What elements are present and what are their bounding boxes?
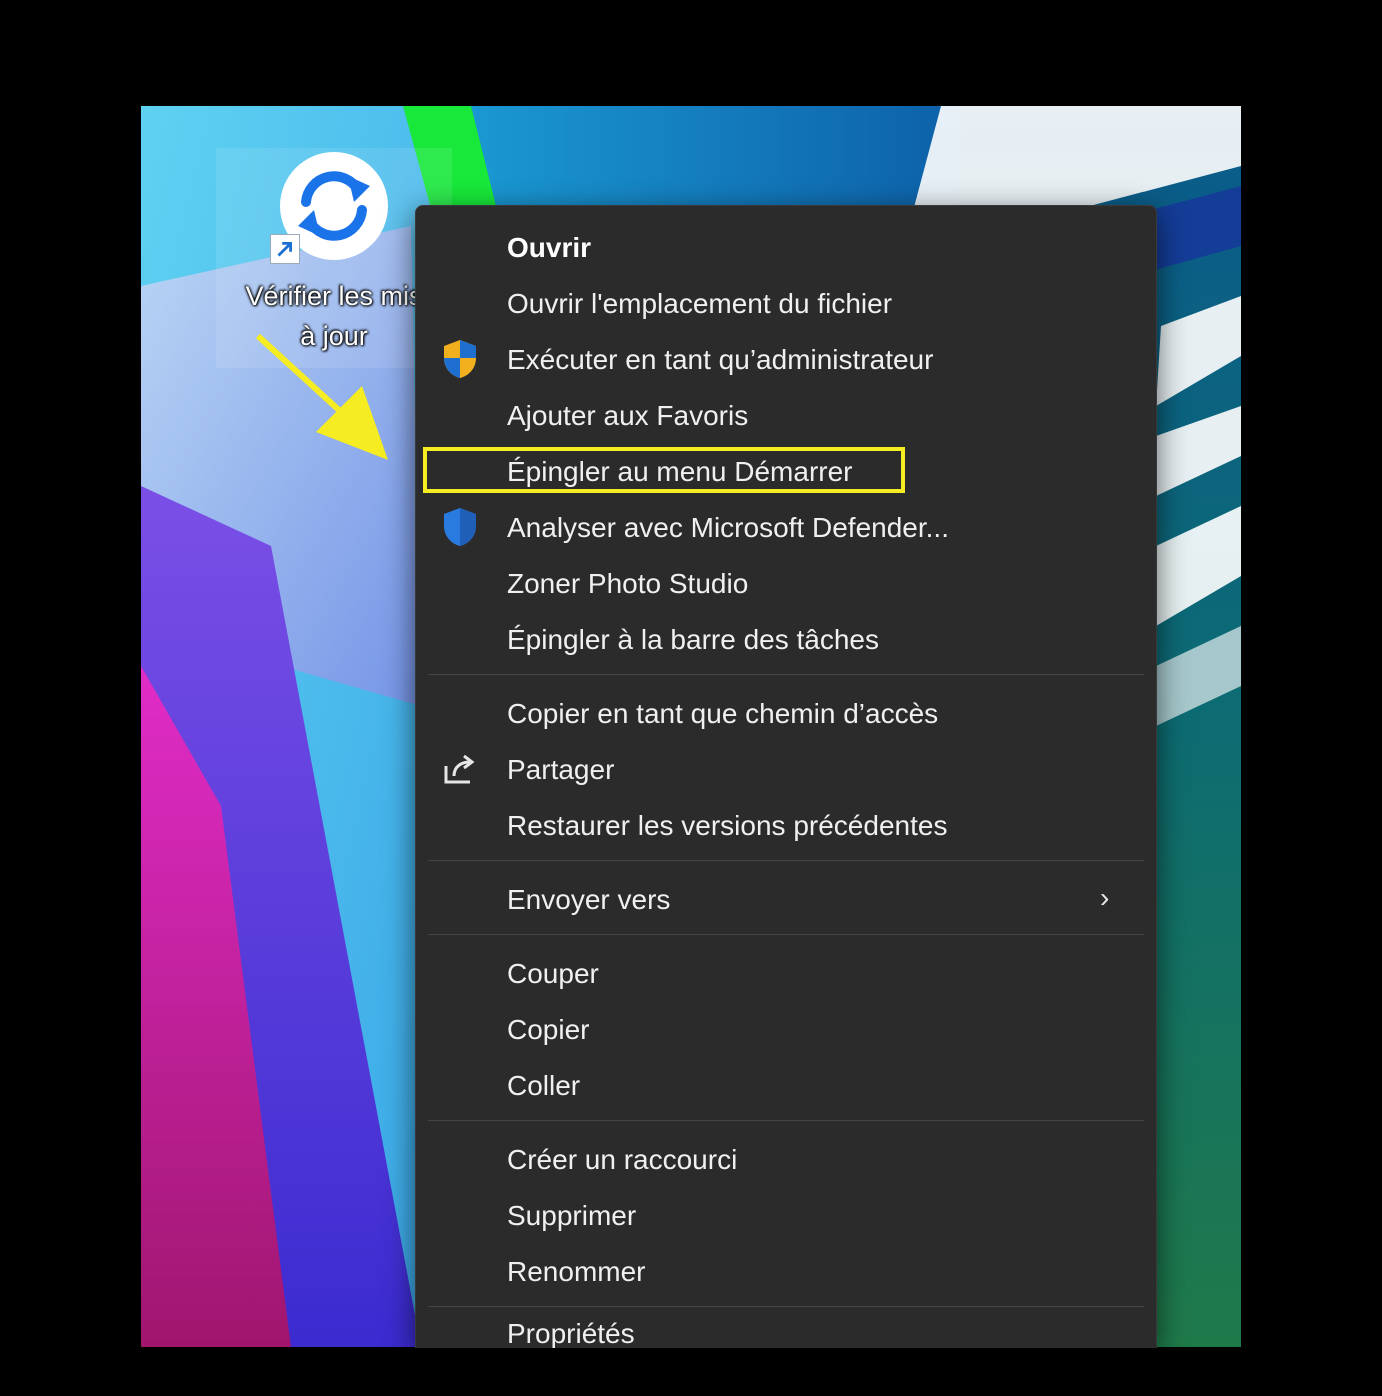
menu-item[interactable]: Copier	[416, 1002, 1156, 1058]
menu-item[interactable]: Coller	[416, 1058, 1156, 1114]
menu-item[interactable]: Zoner Photo Studio	[416, 556, 1156, 612]
menu-item-label: Zoner Photo Studio	[507, 568, 749, 599]
share-icon	[440, 748, 480, 790]
menu-separator	[428, 934, 1144, 935]
menu-item[interactable]: Épingler à la barre des tâches	[416, 612, 1156, 668]
defender-shield-icon	[440, 506, 480, 548]
menu-separator	[428, 1306, 1144, 1307]
menu-item[interactable]: Ajouter aux Favoris	[416, 388, 1156, 444]
menu-item-label: Renommer	[507, 1256, 646, 1287]
menu-item[interactable]: Ouvrir l'emplacement du fichier	[416, 276, 1156, 332]
menu-item-label: Supprimer	[507, 1200, 637, 1231]
menu-item-label: Partager	[507, 754, 615, 785]
menu-separator	[428, 860, 1144, 861]
menu-separator	[428, 1120, 1144, 1121]
chevron-right-icon: ›	[1100, 882, 1110, 913]
menu-item-label: Ajouter aux Favoris	[507, 400, 749, 431]
context-menu: Ouvrir Ouvrir l'emplacement du fichier Exé…	[415, 205, 1157, 1348]
uac-shield-icon	[440, 338, 480, 380]
menu-item-label: Analyser avec Microsoft Defender...	[507, 512, 949, 543]
menu-item[interactable]: Supprimer	[416, 1188, 1156, 1244]
menu-item[interactable]: Renommer	[416, 1244, 1156, 1300]
menu-item[interactable]: Partager	[416, 742, 1156, 798]
menu-item-label: Propriétés	[507, 1318, 635, 1348]
menu-item-label: Épingler à la barre des tâches	[507, 624, 879, 655]
highlight-box	[423, 447, 905, 493]
menu-item-label: Créer un raccourci	[507, 1144, 738, 1175]
menu-item-label: Copier en tant que chemin d’accès	[507, 698, 939, 729]
menu-item-label: Coller	[507, 1070, 581, 1101]
menu-item[interactable]: Copier en tant que chemin d’accès	[416, 686, 1156, 742]
menu-item[interactable]: Envoyer vers ›	[416, 872, 1156, 928]
menu-item[interactable]: Propriétés	[416, 1306, 1156, 1348]
menu-item[interactable]: Exécuter en tant qu’administrateur	[416, 332, 1156, 388]
menu-item-label: Restaurer les versions précédentes	[507, 810, 948, 841]
menu-item[interactable]: Analyser avec Microsoft Defender...	[416, 500, 1156, 556]
menu-item-label: Exécuter en tant qu’administrateur	[507, 344, 934, 375]
menu-item-label: Envoyer vers	[507, 884, 671, 915]
menu-item-label: Copier	[507, 1014, 590, 1045]
menu-item-label: Ouvrir	[507, 232, 592, 263]
menu-item[interactable]: Restaurer les versions précédentes	[416, 798, 1156, 854]
menu-item[interactable]: Créer un raccourci	[416, 1132, 1156, 1188]
menu-item[interactable]: Ouvrir	[416, 220, 1156, 276]
menu-item-label: Ouvrir l'emplacement du fichier	[507, 288, 893, 319]
menu-separator	[428, 674, 1144, 675]
menu-item-label: Couper	[507, 958, 599, 989]
menu-item[interactable]: Couper	[416, 946, 1156, 1002]
